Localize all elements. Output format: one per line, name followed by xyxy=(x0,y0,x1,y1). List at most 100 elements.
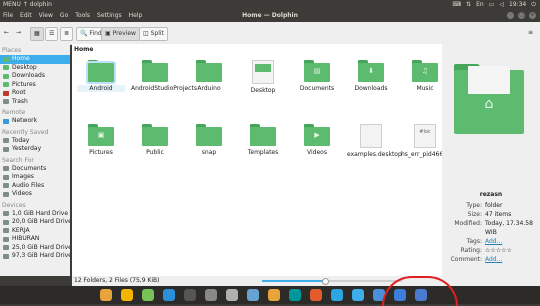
folder-icon xyxy=(88,60,114,82)
media-icon[interactable] xyxy=(310,289,322,301)
volume-icon[interactable]: ◁ xyxy=(499,0,504,10)
split-button[interactable]: ◫ Split xyxy=(139,27,168,41)
file-item[interactable]: snap xyxy=(185,124,233,156)
folder-symbol: ▶ xyxy=(314,131,320,139)
places-item[interactable]: Audio Files xyxy=(0,182,70,191)
file-item[interactable]: Templates xyxy=(239,124,287,156)
settings-icon[interactable] xyxy=(205,289,217,301)
file-item[interactable]: examples.desktop xyxy=(347,124,402,158)
places-item[interactable]: Yesterday xyxy=(0,145,70,154)
folder-icon xyxy=(196,60,222,82)
places-item[interactable]: 97,3 GiB Hard Drive xyxy=(0,252,70,261)
terminal-icon[interactable] xyxy=(184,289,196,301)
window-controls: – □ × xyxy=(507,12,536,19)
close-icon[interactable]: × xyxy=(529,12,536,19)
file-item[interactable]: ▤ Documents xyxy=(293,60,341,92)
file-item[interactable]: ▣ Pictures xyxy=(77,124,125,156)
file-item[interactable]: Public xyxy=(131,124,179,156)
file-name: Templates xyxy=(247,149,279,156)
battery-icon[interactable]: ▭ xyxy=(489,0,495,10)
file-item[interactable]: Arduino xyxy=(185,60,233,92)
place-icon xyxy=(3,183,9,189)
app-icon[interactable] xyxy=(247,289,259,301)
desktop-folder-icon xyxy=(252,60,274,84)
places-item[interactable]: Desktop xyxy=(0,64,70,73)
zoom-slider[interactable] xyxy=(262,278,402,285)
file-name: snap xyxy=(201,149,217,156)
preview-button[interactable]: ▣ Preview xyxy=(101,27,140,41)
info-add-link[interactable]: Add... xyxy=(485,255,502,264)
places-item[interactable]: 1,0 GiB Hard Drive xyxy=(0,210,70,219)
places-item[interactable]: Pictures xyxy=(0,81,70,90)
info-row: Rating: ☆☆☆☆☆ xyxy=(442,246,540,255)
music-icon[interactable] xyxy=(268,289,280,301)
places-item[interactable]: KERJA xyxy=(0,227,70,236)
power-icon[interactable]: ⏻ xyxy=(531,0,536,10)
file-item[interactable]: Android xyxy=(77,60,125,92)
file-view[interactable]: Home Android AndroidStudioProjects Arduino… xyxy=(72,44,458,276)
places-item[interactable]: Network xyxy=(0,117,70,126)
forward-icon[interactable]: → xyxy=(16,27,21,39)
telegram-icon[interactable] xyxy=(331,289,343,301)
chrome-icon[interactable] xyxy=(121,289,133,301)
places-item[interactable]: 25,0 GiB Hard Drive xyxy=(0,244,70,253)
places-item[interactable]: Downloads xyxy=(0,72,70,81)
back-icon[interactable]: ← xyxy=(4,27,9,39)
file-item[interactable]: Desktop xyxy=(239,60,287,94)
info-row: Modified: Today, 17.34.58 xyxy=(442,219,540,228)
folder-symbol: ⬇ xyxy=(368,67,374,75)
places-section-title: Devices xyxy=(2,201,26,209)
places-item-label: Images xyxy=(12,173,34,180)
compact-view-icon[interactable]: ☰ xyxy=(45,27,59,41)
tools-icon[interactable] xyxy=(226,289,238,301)
places-item[interactable]: Images xyxy=(0,173,70,182)
network-icon[interactable]: ⇅ xyxy=(466,0,471,10)
places-item[interactable]: Documents xyxy=(0,165,70,174)
places-item[interactable]: Root xyxy=(0,89,70,98)
vscode-icon[interactable] xyxy=(163,289,175,301)
file-item[interactable]: ▶ Videos xyxy=(293,124,341,156)
top-bar-menu-label[interactable]: MENU ↑ dolphin xyxy=(3,0,52,10)
places-item[interactable]: Trash xyxy=(0,98,70,107)
arduino-icon[interactable] xyxy=(289,289,301,301)
places-item[interactable]: Home xyxy=(0,55,70,64)
places-item-label: Videos xyxy=(12,190,32,197)
system-top-bar: MENU ↑ dolphin ⌨ ⇅ En ▭ ◁ 19:34 ⏻ xyxy=(0,0,540,10)
places-item-label: Pictures xyxy=(12,80,36,88)
places-item-label: KERJA xyxy=(12,226,30,234)
zoom-slider-handle[interactable] xyxy=(322,278,329,285)
info-value: Today, 17.34.58 xyxy=(485,220,533,227)
info-row: WIB xyxy=(442,228,540,237)
hamburger-menu-icon[interactable]: ≡ xyxy=(528,27,533,39)
place-icon xyxy=(3,228,9,234)
info-value: 47 items xyxy=(485,211,512,218)
details-view-icon[interactable]: ≣ xyxy=(60,27,74,41)
minimize-icon[interactable]: – xyxy=(507,12,514,19)
file-name: examples.desktop xyxy=(347,151,402,158)
file-name: Pictures xyxy=(89,149,113,156)
keyboard-icon[interactable]: ⌨ xyxy=(452,0,461,10)
dolphin-icon[interactable] xyxy=(352,289,364,301)
maximize-icon[interactable]: □ xyxy=(518,12,525,19)
places-item[interactable]: Today xyxy=(0,137,70,146)
document-icon xyxy=(360,124,382,148)
info-key: Rating: xyxy=(460,247,482,254)
place-icon xyxy=(3,166,9,172)
icons-view-icon[interactable]: ▦ xyxy=(30,27,44,41)
places-item[interactable]: HIBURAN xyxy=(0,235,70,244)
place-icon xyxy=(3,90,9,96)
folder-icon xyxy=(250,124,276,146)
info-row: Tags: Add... xyxy=(442,237,540,246)
breadcrumb[interactable]: Home xyxy=(74,45,93,54)
places-item[interactable]: Videos xyxy=(0,190,70,199)
clock-label[interactable]: 19:34 xyxy=(509,0,526,10)
info-add-link[interactable]: Add... xyxy=(485,237,502,246)
dock xyxy=(0,286,540,304)
places-item[interactable]: 20,0 GiB Hard Drive xyxy=(0,218,70,227)
file-item[interactable]: ⬇ Downloads xyxy=(347,60,395,92)
files-icon[interactable] xyxy=(100,289,112,301)
file-item[interactable]: AndroidStudioProjects xyxy=(131,60,197,92)
file-name: Arduino xyxy=(197,85,221,92)
android-icon[interactable] xyxy=(142,289,154,301)
language-indicator[interactable]: En xyxy=(476,0,484,10)
